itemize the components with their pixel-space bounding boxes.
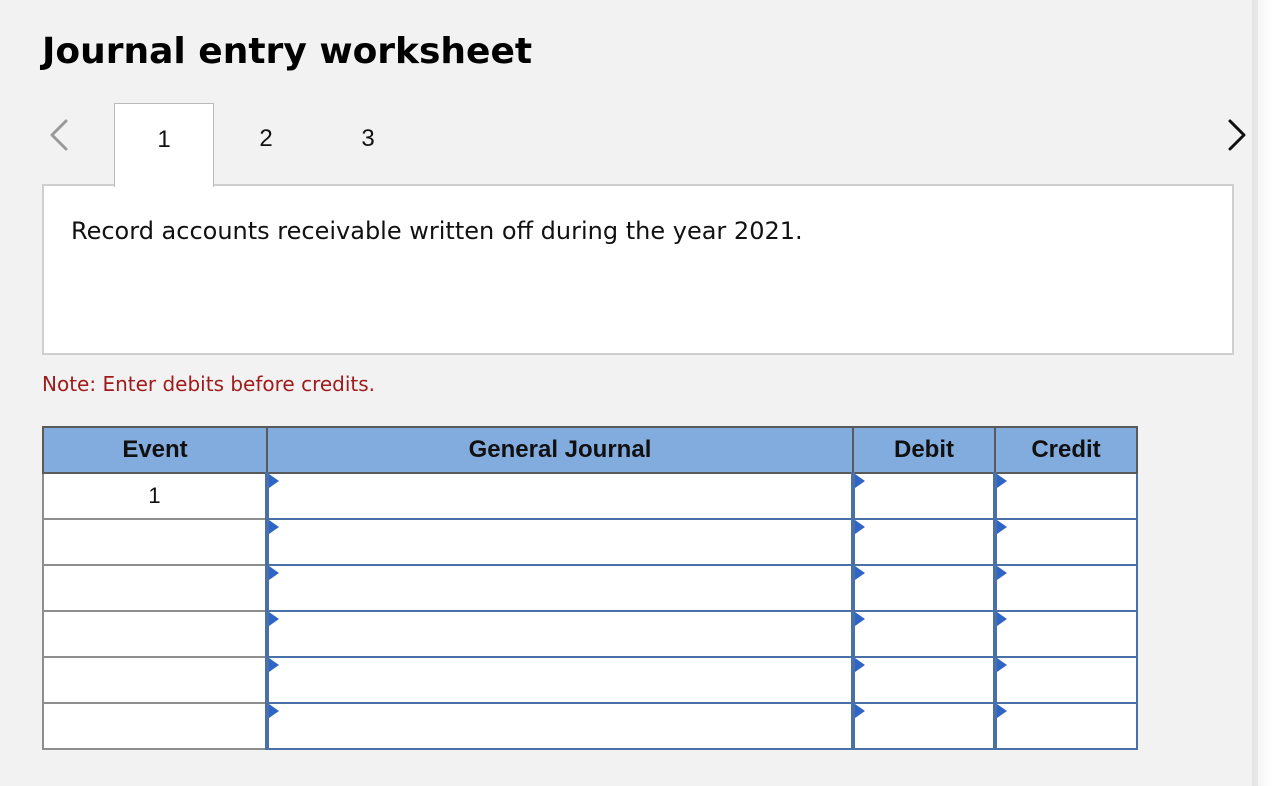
general-journal-input[interactable]: [265, 564, 854, 612]
event-cell: 1: [42, 472, 268, 520]
credit-input[interactable]: [993, 702, 1138, 750]
table-row: [42, 610, 1138, 658]
event-cell: [42, 702, 268, 750]
general-journal-input[interactable]: [265, 702, 854, 750]
general-journal-input[interactable]: [265, 656, 854, 704]
credit-input[interactable]: [993, 564, 1138, 612]
debit-input[interactable]: [851, 518, 996, 566]
entry-note: Note: Enter debits before credits.: [42, 372, 376, 396]
table-row: [42, 702, 1138, 750]
header-debit: Debit: [852, 426, 996, 474]
tab-entry-1[interactable]: 1: [114, 103, 214, 187]
event-cell: [42, 518, 268, 566]
chevron-right-icon: [1216, 113, 1256, 157]
credit-input[interactable]: [993, 518, 1138, 566]
table-row: [42, 564, 1138, 612]
debit-input[interactable]: [851, 564, 996, 612]
debit-input[interactable]: [851, 610, 996, 658]
credit-input[interactable]: [993, 472, 1138, 520]
general-journal-input[interactable]: [265, 610, 854, 658]
header-event: Event: [42, 426, 268, 474]
panel-edge-shadow: [1252, 0, 1272, 786]
worksheet-panel: Journal entry worksheet 1 2 3 Record acc…: [0, 0, 1258, 786]
entry-description-box: Record accounts receivable written off d…: [42, 184, 1234, 355]
event-cell: [42, 656, 268, 704]
table-row: [42, 656, 1138, 704]
debit-input[interactable]: [851, 472, 996, 520]
next-entry-button[interactable]: [1216, 113, 1256, 157]
debit-input[interactable]: [851, 702, 996, 750]
journal-header-row: Event General Journal Debit Credit: [42, 426, 1138, 474]
credit-input[interactable]: [993, 610, 1138, 658]
page-title: Journal entry worksheet: [42, 31, 533, 72]
general-journal-input[interactable]: [265, 518, 854, 566]
chevron-left-icon: [40, 113, 80, 157]
tab-entry-3[interactable]: 3: [318, 103, 418, 185]
debit-input[interactable]: [851, 656, 996, 704]
tab-entry-2[interactable]: 2: [216, 103, 316, 185]
prev-entry-button[interactable]: [40, 113, 80, 157]
header-credit: Credit: [994, 426, 1138, 474]
table-row: 1: [42, 472, 1138, 520]
event-cell: [42, 610, 268, 658]
header-general-journal: General Journal: [266, 426, 854, 474]
event-cell: [42, 564, 268, 612]
entry-description: Record accounts receivable written off d…: [71, 217, 803, 245]
table-row: [42, 518, 1138, 566]
credit-input[interactable]: [993, 656, 1138, 704]
journal-table: Event General Journal Debit Credit 1: [42, 426, 1138, 750]
general-journal-input[interactable]: [265, 472, 854, 520]
